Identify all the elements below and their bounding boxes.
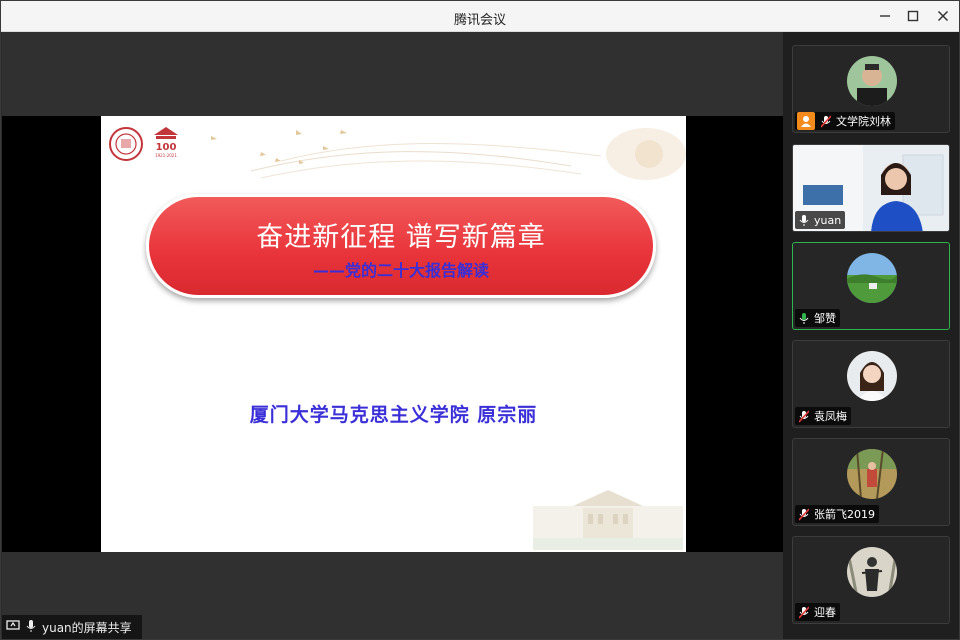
participant-name-tag: 张箭飞2019 <box>795 505 879 523</box>
participant-video-tile[interactable]: yuan <box>792 144 950 232</box>
mic-muted-icon <box>797 409 811 423</box>
avatar <box>847 449 897 499</box>
avatar <box>847 253 897 303</box>
participant-name-tag: yuan <box>795 211 846 229</box>
meeting-window: 腾讯会议 100 1921-2021 奋进新征程 谱写新篇章 ——党的二十大报告… <box>0 0 960 640</box>
title-bar: 腾讯会议 <box>1 1 959 32</box>
centennial-logo: 100 1921-2021 <box>154 127 178 158</box>
participant-name-tag: 迎春 <box>795 603 840 621</box>
close-icon[interactable] <box>929 5 957 27</box>
participant-name: 迎春 <box>814 606 836 619</box>
shared-screen-view: 100 1921-2021 奋进新征程 谱写新篇章 ——党的二十大报告解读 厦门… <box>2 116 783 552</box>
logo-year-text: 1921-2021 <box>155 153 177 158</box>
avatar <box>847 351 897 401</box>
participant-tile[interactable]: 袁凤梅 <box>792 340 950 428</box>
maximize-icon[interactable] <box>899 5 927 27</box>
slide-title: 奋进新征程 谱写新篇章 <box>256 222 546 253</box>
slide-title-banner: 奋进新征程 谱写新篇章 ——党的二十大报告解读 <box>146 194 656 298</box>
mic-muted-icon <box>797 507 811 521</box>
mic-muted-icon <box>797 605 811 619</box>
screen-share-text: yuan的屏幕共享 <box>42 620 132 635</box>
university-seal-logo <box>109 127 143 161</box>
slide-author: 厦门大学马克思主义学院 原宗丽 <box>249 404 538 426</box>
participant-name: 文学院刘林 <box>836 115 891 128</box>
mic-icon <box>797 214 811 227</box>
participant-tile[interactable]: 邹赞 <box>792 242 950 330</box>
participant-tile[interactable]: 迎春 <box>792 536 950 624</box>
shared-screen-area[interactable]: 100 1921-2021 奋进新征程 谱写新篇章 ——党的二十大报告解读 厦门… <box>2 32 783 639</box>
participant-name-tag: 袁凤梅 <box>795 407 851 425</box>
slide-subtitle: ——党的二十大报告解读 <box>312 261 489 280</box>
avatar <box>847 56 897 106</box>
participant-name: 袁凤梅 <box>814 410 847 423</box>
slide-ornament <box>211 128 686 180</box>
presentation-slide: 100 1921-2021 奋进新征程 谱写新篇章 ——党的二十大报告解读 厦门… <box>101 116 686 552</box>
participant-tile[interactable]: 张箭飞2019 <box>792 438 950 526</box>
mic-muted-icon <box>819 114 833 128</box>
screen-share-icon <box>6 619 20 635</box>
mic-active-icon <box>797 312 811 325</box>
host-icon <box>797 112 815 130</box>
participant-name-tag: 文学院刘林 <box>795 112 895 130</box>
screen-share-label: yuan的屏幕共享 <box>2 615 142 639</box>
avatar <box>847 547 897 597</box>
participant-name: 邹赞 <box>814 312 836 325</box>
participant-name-tag: 邹赞 <box>795 309 840 327</box>
svg-text:100: 100 <box>156 142 177 153</box>
mic-icon <box>26 619 36 636</box>
participant-tile[interactable]: 文学院刘林 <box>792 45 950 133</box>
minimize-icon[interactable] <box>871 5 899 27</box>
participant-name: yuan <box>814 213 842 227</box>
window-title: 腾讯会议 <box>453 13 506 28</box>
participant-name: 张箭飞2019 <box>814 508 875 521</box>
campus-building-illustration <box>533 490 683 550</box>
participant-video-list: 文学院刘林 yuan 邹赞 袁凤梅 张箭飞2019 迎春 <box>783 32 959 639</box>
